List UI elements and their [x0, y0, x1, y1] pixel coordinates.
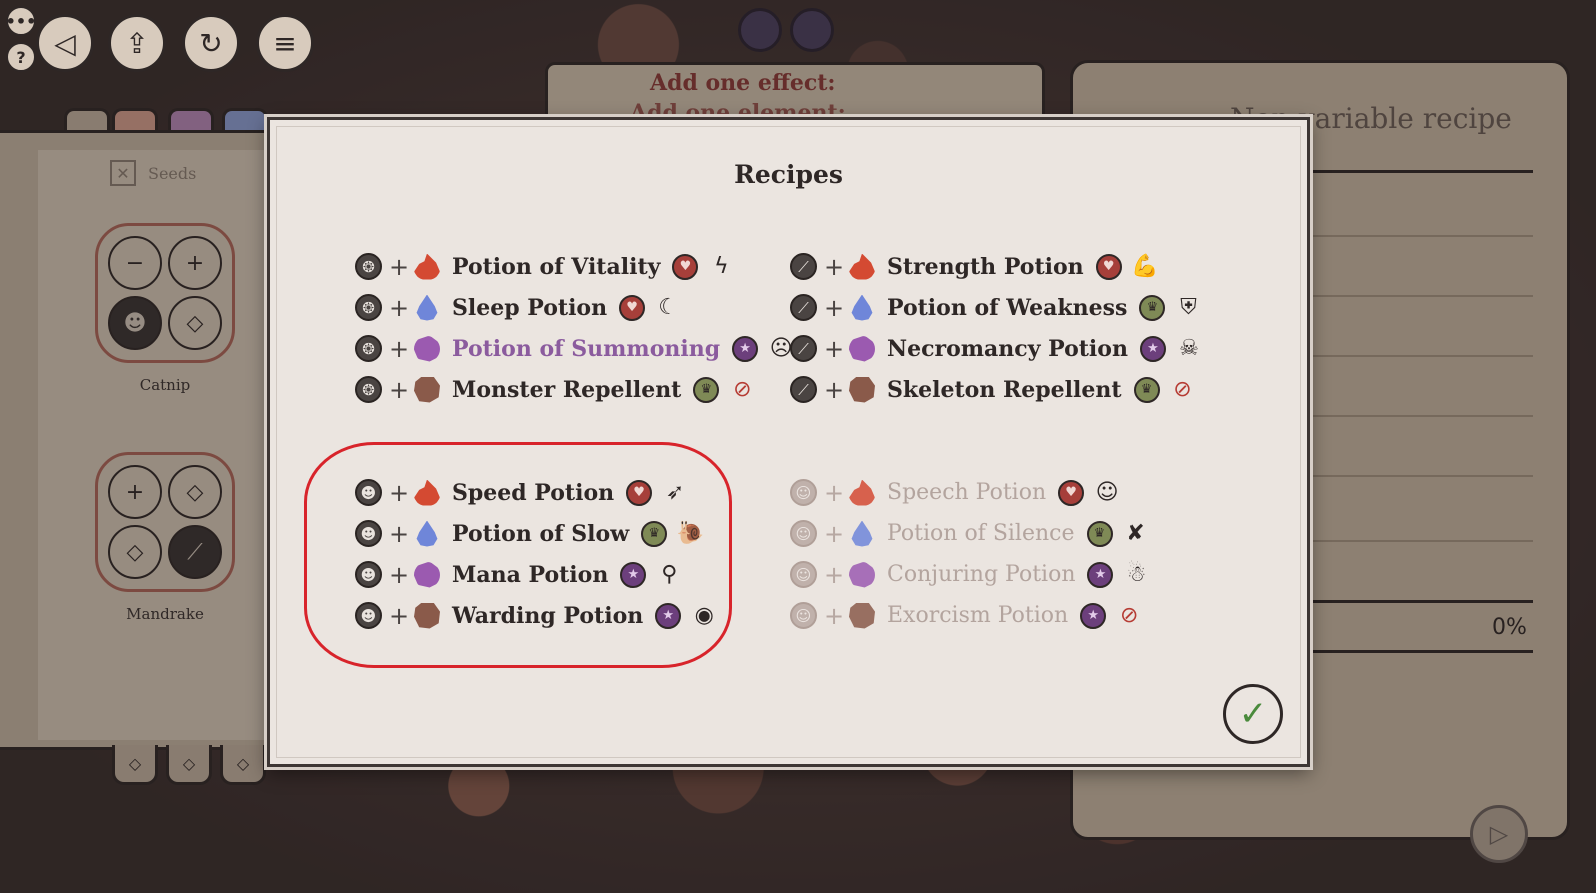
crown-tag-icon: ♛ — [1086, 520, 1113, 547]
recipe-row[interactable]: ☺ + Potion of Silence ♛ ✘ — [790, 513, 1151, 554]
ghost-icon: ☺ — [790, 520, 817, 547]
effect-icon: ⊘ — [1173, 377, 1192, 402]
heart-tag-icon: ♥ — [1058, 479, 1085, 506]
earth-element-icon — [849, 602, 875, 629]
recipe-row[interactable]: ☺ + Speech Potion ♥ ☺ — [790, 472, 1151, 513]
potion-name: Necromancy Potion — [887, 335, 1128, 362]
fire-element-icon — [849, 253, 875, 280]
water-element-icon — [851, 520, 873, 547]
arcane-element-icon — [414, 335, 440, 362]
fire-element-icon — [849, 479, 875, 506]
plus-icon: + — [823, 560, 845, 589]
effect-icon: ☠ — [1179, 336, 1199, 361]
menu-button[interactable]: ≡ — [256, 14, 314, 72]
potion-name: Potion of Silence — [887, 521, 1075, 546]
water-element-icon — [851, 294, 873, 321]
potion-name: Speech Potion — [887, 480, 1047, 505]
recipe-row[interactable]: ❂ + Potion of Vitality ♥ ϟ — [355, 246, 796, 287]
effect-icon: ⊘ — [733, 377, 752, 402]
ghost-icon: ☺ — [790, 479, 817, 506]
potion-name: Exorcism Potion — [887, 603, 1069, 628]
plus-icon: + — [823, 252, 845, 281]
recipe-row[interactable]: ⟋ + Potion of Weakness ♛ ⛨ — [790, 287, 1204, 328]
arcane-element-icon — [849, 561, 875, 588]
recipe-row[interactable]: ☺ + Exorcism Potion ★ ⊘ — [790, 595, 1151, 636]
recipe-row[interactable]: ❂ + Monster Repellent ♛ ⊘ — [355, 369, 796, 410]
modal-title: Recipes — [734, 160, 843, 189]
earth-element-icon — [849, 376, 875, 403]
effect-icon: 💪 — [1130, 254, 1159, 279]
bone-icon: ⟋ — [790, 253, 817, 280]
bone-icon: ⟋ — [790, 376, 817, 403]
dragon-icon: ❂ — [355, 253, 382, 280]
potion-name: Sleep Potion — [452, 294, 608, 321]
more-options-button[interactable]: ••• — [6, 6, 36, 36]
bone-icon: ⟋ — [790, 335, 817, 362]
star-tag-icon: ★ — [1139, 335, 1166, 362]
plus-icon: + — [388, 293, 410, 322]
effect-icon: ✘ — [1126, 521, 1145, 546]
effect-icon: ☾ — [658, 295, 678, 320]
potion-name: Skeleton Repellent — [887, 376, 1122, 403]
potion-name: Potion of Summoning — [452, 335, 721, 362]
plus-icon: + — [823, 334, 845, 363]
plus-icon: + — [823, 478, 845, 507]
potion-name: Potion of Weakness — [887, 294, 1128, 321]
star-tag-icon: ★ — [732, 335, 759, 362]
recipe-group-bone: ⟋ + Strength Potion ♥ 💪 ⟋ + Potion of Weakness ♛… — [790, 246, 1204, 410]
plus-icon: + — [823, 601, 845, 630]
plus-icon: + — [823, 519, 845, 548]
upload-button[interactable]: ⇪ — [108, 14, 166, 72]
recipe-row[interactable]: ⟋ + Necromancy Potion ★ ☠ — [790, 328, 1204, 369]
potion-name: Monster Repellent — [452, 376, 682, 403]
potion-name: Conjuring Potion — [887, 562, 1076, 587]
help-button[interactable]: ? — [6, 42, 36, 72]
earth-element-icon — [414, 376, 440, 403]
refresh-button[interactable]: ↻ — [182, 14, 240, 72]
bone-icon: ⟋ — [790, 294, 817, 321]
crown-tag-icon: ♛ — [693, 376, 720, 403]
heart-tag-icon: ♥ — [1095, 253, 1122, 280]
ghost-icon: ☺ — [790, 561, 817, 588]
effect-icon: ☃ — [1126, 562, 1147, 587]
potion-name: Strength Potion — [887, 253, 1084, 280]
arcane-element-icon — [849, 335, 875, 362]
plus-icon: + — [823, 375, 845, 404]
fire-element-icon — [414, 253, 440, 280]
star-tag-icon: ★ — [1087, 561, 1114, 588]
back-button[interactable]: ◁ — [36, 14, 94, 72]
crown-tag-icon: ♛ — [1139, 294, 1166, 321]
heart-tag-icon: ♥ — [672, 253, 699, 280]
effect-icon: ☺ — [1095, 480, 1119, 505]
plus-icon: + — [823, 293, 845, 322]
plus-icon: + — [388, 334, 410, 363]
plus-icon: + — [388, 375, 410, 404]
effect-icon: ⊘ — [1119, 603, 1139, 628]
ghost-icon: ☺ — [790, 602, 817, 629]
effect-icon: ⛨ — [1180, 295, 1197, 320]
recipe-group-ghost: ☺ + Speech Potion ♥ ☺ ☺ + Potion of Silence ♛ ✘ ☺ +… — [790, 472, 1151, 636]
recipe-row[interactable]: ☺ + Conjuring Potion ★ ☃ — [790, 554, 1151, 595]
confirm-button[interactable]: ✓ — [1223, 684, 1283, 744]
recipe-group-dragon: ❂ + Potion of Vitality ♥ ϟ ❂ + Sleep Potion ♥ ☾ ❂ +… — [355, 246, 796, 410]
plus-icon: + — [388, 252, 410, 281]
star-tag-icon: ★ — [1080, 602, 1107, 629]
highlight-annotation — [304, 442, 732, 668]
dragon-icon: ❂ — [355, 335, 382, 362]
potion-name: Potion of Vitality — [452, 253, 661, 280]
heart-tag-icon: ♥ — [619, 294, 646, 321]
recipe-row[interactable]: ❂ + Sleep Potion ♥ ☾ — [355, 287, 796, 328]
dragon-icon: ❂ — [355, 376, 382, 403]
crown-tag-icon: ♛ — [1133, 376, 1160, 403]
water-element-icon — [416, 294, 438, 321]
recipe-row[interactable]: ⟋ + Skeleton Repellent ♛ ⊘ — [790, 369, 1204, 410]
dragon-icon: ❂ — [355, 294, 382, 321]
recipe-row[interactable]: ⟋ + Strength Potion ♥ 💪 — [790, 246, 1204, 287]
effect-icon: ϟ — [714, 254, 729, 279]
recipe-row[interactable]: ❂ + Potion of Summoning ★ ☹ — [355, 328, 796, 369]
